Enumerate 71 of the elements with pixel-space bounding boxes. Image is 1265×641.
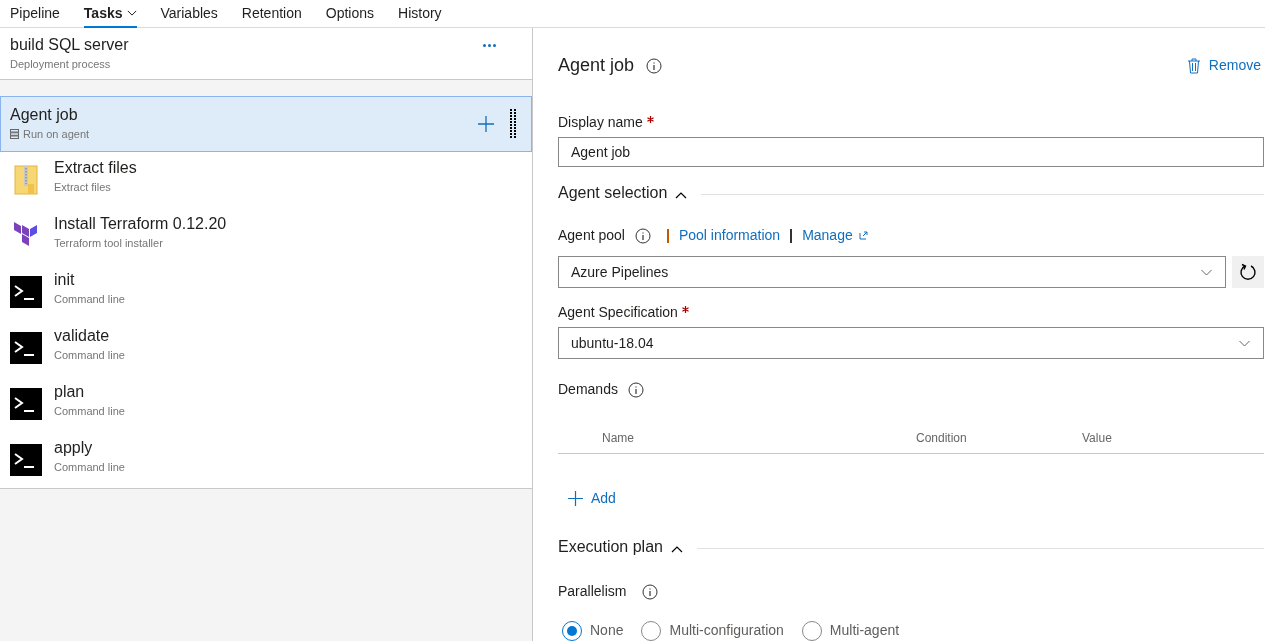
add-icon[interactable]	[478, 116, 494, 132]
field-label: Agent Specification	[558, 303, 678, 322]
task-item[interactable]: Extract files Extract files	[0, 152, 532, 208]
task-title: plan	[54, 382, 86, 401]
info-icon	[642, 583, 659, 600]
agent-job-item[interactable]: Agent job Run on agent	[0, 96, 532, 152]
info-icon	[646, 57, 663, 74]
external-link-icon	[858, 231, 868, 240]
radio-option[interactable]: Multi-agent	[801, 620, 900, 641]
more-options-button[interactable]	[481, 42, 498, 49]
chevron-down-icon	[1200, 268, 1213, 276]
info-icon	[634, 227, 651, 244]
drag-handle-icon[interactable]	[510, 109, 516, 139]
process-subtitle: Deployment process	[10, 57, 112, 72]
task-title: apply	[54, 438, 94, 457]
process-title: build SQL server	[10, 36, 129, 54]
tab[interactable]: Options	[325, 0, 374, 28]
tab[interactable]: Pipeline	[10, 0, 60, 28]
task-item[interactable]: validate Command line	[0, 320, 532, 376]
add-button[interactable]: Add	[568, 488, 616, 509]
server-icon	[10, 129, 19, 139]
refresh-button[interactable]	[1232, 256, 1264, 288]
task-subtitle: Extract files	[54, 179, 112, 195]
column-header: Name	[602, 429, 635, 447]
task-subtitle: Command line	[54, 459, 125, 475]
link[interactable]: Pool information	[678, 225, 781, 246]
task-title: validate	[54, 326, 111, 345]
trash-icon	[1186, 57, 1201, 74]
info-icon	[627, 381, 644, 398]
chevron-up-icon[interactable]	[670, 545, 683, 553]
task-title: Extract files	[54, 158, 137, 177]
section-title: Execution plan	[558, 537, 663, 557]
task-item[interactable]: plan Command line	[0, 376, 532, 432]
refresh-icon	[1239, 263, 1257, 281]
radio-option[interactable]: Multi-configuration	[641, 620, 784, 641]
task-item[interactable]: apply Command line	[0, 432, 532, 488]
task-item[interactable]: Install Terraform 0.12.20 Terraform tool installer	[0, 208, 532, 264]
section-title: Agent selection	[558, 183, 668, 203]
add-icon	[568, 491, 583, 506]
field-label: Display name	[558, 112, 643, 132]
tab[interactable]: Retention	[241, 0, 302, 28]
task-subtitle: Terraform tool installer	[54, 235, 164, 251]
field-label: Agent pool	[558, 226, 625, 245]
task-item[interactable]: init Command line	[0, 264, 532, 320]
tab[interactable]: History	[398, 0, 442, 28]
zip-folder-icon	[14, 165, 38, 195]
terminal-icon	[10, 276, 42, 308]
column-header: Condition	[916, 429, 968, 447]
chevron-up-icon[interactable]	[675, 191, 688, 199]
display-name-field[interactable]: Agent job	[558, 136, 1264, 167]
chevron-down-icon	[1238, 339, 1251, 347]
radio-option[interactable]: None	[562, 620, 624, 641]
task-subtitle: Command line	[54, 403, 125, 419]
agent-specification-dropdown[interactable]: ubuntu-18.04	[558, 327, 1264, 359]
job-subtitle: Run on agent	[23, 126, 90, 142]
task-title: Install Terraform 0.12.20	[54, 214, 227, 233]
task-title: init	[54, 270, 76, 289]
panel-title: Agent job	[558, 54, 635, 78]
terminal-icon	[10, 388, 42, 420]
link[interactable]: Manage	[802, 225, 868, 246]
field-label: Demands	[558, 380, 618, 399]
field-label: Parallelism	[558, 582, 627, 601]
task-subtitle: Command line	[54, 347, 125, 363]
column-header: Value	[1082, 429, 1113, 447]
task-subtitle: Command line	[54, 291, 125, 307]
remove-button[interactable]: Remove	[1186, 55, 1264, 77]
terminal-icon	[10, 444, 42, 476]
agent-pool-dropdown[interactable]: Azure Pipelines	[558, 256, 1226, 288]
terminal-icon	[10, 332, 42, 364]
job-title: Agent job	[10, 105, 79, 124]
tab[interactable]: Variables	[160, 0, 218, 28]
